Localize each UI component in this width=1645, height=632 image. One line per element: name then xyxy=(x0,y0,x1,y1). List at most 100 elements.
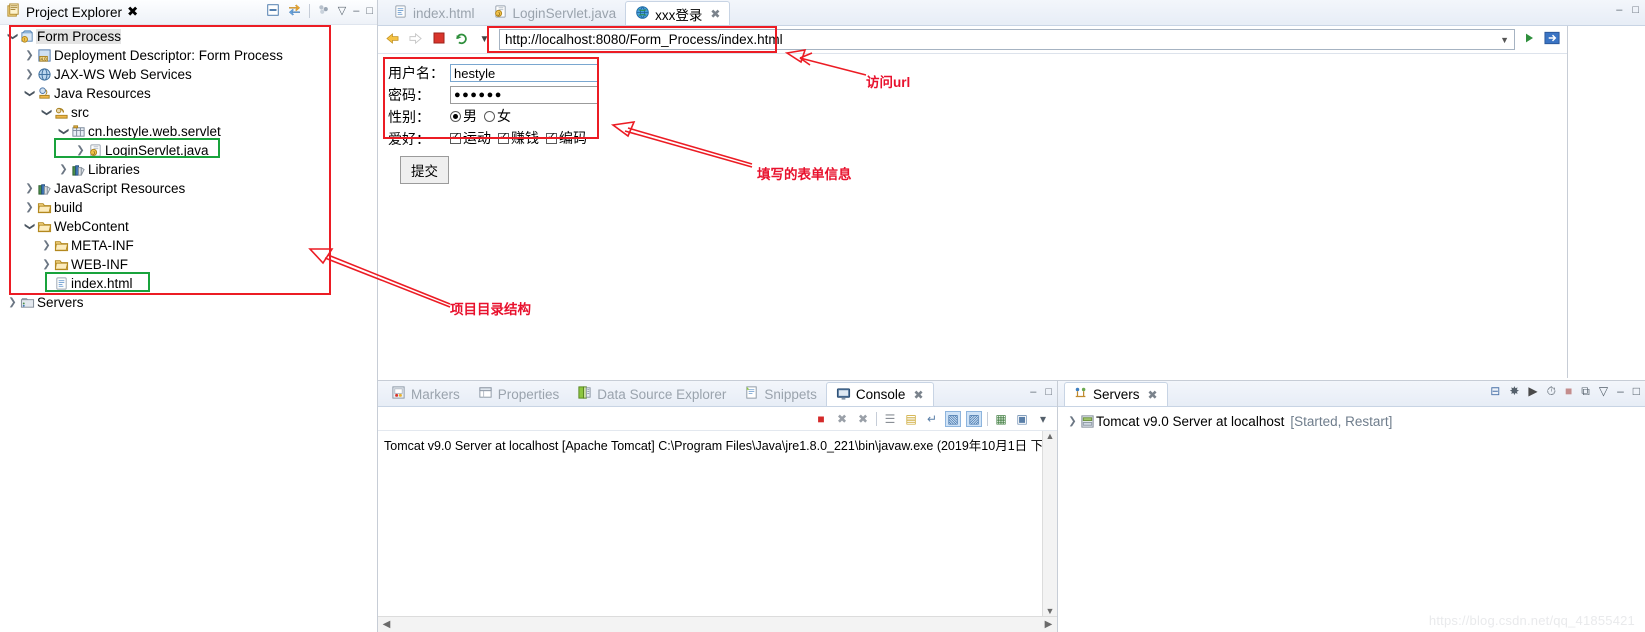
editor-tab-loginservlet-java[interactable]: J LoginServlet.java xyxy=(484,1,626,25)
password-input[interactable]: ●●●●●● xyxy=(450,86,598,104)
editor-tab-index-html[interactable]: index.html xyxy=(384,1,484,25)
chevron-down-icon[interactable]: ❯ xyxy=(24,220,35,233)
word-wrap-icon[interactable]: ↵ xyxy=(924,411,940,427)
chevron-right-icon[interactable]: ❯ xyxy=(23,202,36,213)
chevron-right-icon[interactable]: ❯ xyxy=(23,183,36,194)
console-vertical-scrollbar[interactable]: ▲ ▼ xyxy=(1042,431,1057,616)
console-horizontal-scrollbar[interactable]: ◀ ▶ xyxy=(378,616,1057,632)
close-icon[interactable]: ✖ xyxy=(710,7,720,21)
checkbox-icon[interactable] xyxy=(450,131,461,144)
console-view-icon[interactable]: ▣ xyxy=(1014,411,1030,427)
pin-console-icon[interactable]: ▧ xyxy=(945,410,961,427)
tab-console[interactable]: Console ✖ xyxy=(825,382,934,406)
tab-snippets[interactable]: Snippets xyxy=(735,382,826,406)
gender-radio-1[interactable]: 女 xyxy=(484,106,511,127)
remove-all-terminated-icon[interactable]: ✖ xyxy=(855,411,871,427)
tree-item-build[interactable]: ❯ build xyxy=(0,198,377,217)
terminate-icon[interactable]: ■ xyxy=(813,411,829,427)
scroll-left-icon[interactable]: ◀ xyxy=(380,619,393,630)
scroll-lock-icon[interactable]: ▤ xyxy=(903,411,919,427)
minimize-icon[interactable]: ‒ xyxy=(1030,386,1036,398)
tree-item-libraries[interactable]: ❯ Libraries xyxy=(0,160,377,179)
maximize-icon[interactable]: □ xyxy=(1633,385,1640,397)
console-menu-icon[interactable]: ▾ xyxy=(1035,411,1051,427)
tree-item-javascript-resources[interactable]: ❯ JavaScript Resources xyxy=(0,179,377,198)
close-icon[interactable]: ✖ xyxy=(913,388,923,402)
tree-item-src[interactable]: ❯ src xyxy=(0,103,377,122)
chevron-right-icon[interactable]: ❯ xyxy=(6,297,19,308)
hobby-checkbox-group[interactable]: 运动 赚钱 编码 xyxy=(450,128,594,150)
tree-item-java-resources[interactable]: ❯ Java Resources xyxy=(0,84,377,103)
scroll-right-icon[interactable]: ▶ xyxy=(1042,619,1055,630)
scroll-down-icon[interactable]: ▼ xyxy=(1043,606,1057,616)
tab-properties[interactable]: Properties xyxy=(469,382,569,406)
tab-markers[interactable]: Markers xyxy=(382,382,469,406)
minimize-icon[interactable]: ‒ xyxy=(1617,385,1624,397)
tree-item-index-html[interactable]: index.html xyxy=(0,274,377,293)
gender-radio-group[interactable]: 男女 xyxy=(450,106,518,128)
open-console-icon[interactable]: ▦ xyxy=(993,411,1009,427)
stop-icon[interactable] xyxy=(430,32,447,47)
chevron-right-icon[interactable]: ❯ xyxy=(40,240,53,251)
chevron-right-icon[interactable]: ❯ xyxy=(23,50,36,61)
maximize-icon[interactable]: □ xyxy=(1045,386,1052,398)
hobby-checkbox-2[interactable]: 编码 xyxy=(546,128,587,149)
tree-item-loginservlet-java[interactable]: ❯ J LoginServlet.java xyxy=(0,141,377,160)
checkbox-icon[interactable] xyxy=(498,131,509,144)
tree-item-meta-inf[interactable]: ❯ META-INF xyxy=(0,236,377,255)
clear-console-icon[interactable]: ☰ xyxy=(882,411,898,427)
link-with-editor-icon[interactable] xyxy=(287,3,302,19)
tree-item-cn-hestyle-web-servlet[interactable]: ❯ cn.hestyle.web.servlet xyxy=(0,122,377,141)
debug-icon[interactable]: ✸ xyxy=(1509,385,1519,397)
chevron-down-icon[interactable]: ❯ xyxy=(7,30,18,43)
remove-launch-icon[interactable]: ✖ xyxy=(834,411,850,427)
hobby-checkbox-1[interactable]: 赚钱 xyxy=(498,128,539,149)
server-row[interactable]: ❯ Tomcat v9.0 Server at localhost [Started… xyxy=(1058,411,1645,431)
go-icon[interactable] xyxy=(1521,31,1538,48)
chevron-down-icon[interactable]: ▼ xyxy=(476,34,493,45)
chevron-right-icon[interactable]: ❯ xyxy=(40,259,53,270)
editor-tab-xxx[interactable]: xxx登录 ✖ xyxy=(625,1,731,25)
radio-button-icon[interactable] xyxy=(450,111,461,122)
hobby-checkbox-0[interactable]: 运动 xyxy=(450,128,491,149)
chevron-right-icon[interactable]: ❯ xyxy=(74,145,87,156)
tree-item-deployment-descriptor-form-process[interactable]: ❯ 4.0 Deployment Descriptor: Form Process xyxy=(0,46,377,65)
gender-radio-0[interactable]: 男 xyxy=(450,106,477,127)
view-menu-icon[interactable]: ▽ xyxy=(1599,385,1608,397)
chevron-right-icon[interactable]: ❯ xyxy=(23,69,36,80)
start-icon[interactable]: ▶ xyxy=(1528,385,1537,397)
console-output[interactable]: Tomcat v9.0 Server at localhost [Apache … xyxy=(378,431,1057,629)
tree-item-form-process[interactable]: ❯! Form Process xyxy=(0,27,377,46)
tree-item-web-inf[interactable]: ❯ WEB-INF xyxy=(0,255,377,274)
tree-item-webcontent[interactable]: ❯ WebContent xyxy=(0,217,377,236)
publish-icon[interactable]: ⧉ xyxy=(1581,385,1590,397)
maximize-icon[interactable]: □ xyxy=(1632,4,1639,16)
minimize-icon[interactable]: ‒ xyxy=(1616,4,1622,16)
scroll-up-icon[interactable]: ▲ xyxy=(1043,431,1057,441)
stop-icon[interactable]: ■ xyxy=(1565,385,1572,397)
username-input[interactable]: hestyle xyxy=(450,64,598,82)
profile-icon[interactable]: ⏱ xyxy=(1547,385,1556,397)
open-external-browser-icon[interactable] xyxy=(1544,30,1561,49)
project-tree[interactable]: ❯! Form Process ❯ 4.0 Deployment Descriptor:… xyxy=(0,25,377,312)
tree-item-jax-ws-web-services[interactable]: ❯ JAX-WS Web Services xyxy=(0,65,377,84)
chevron-down-icon[interactable]: ❯ xyxy=(41,106,52,119)
url-input[interactable]: http://localhost:8080/Form_Process/index… xyxy=(499,29,1515,50)
collapse-all-icon[interactable]: ⊟ xyxy=(1490,385,1500,397)
chevron-right-icon[interactable]: ❯ xyxy=(57,164,70,175)
view-menu-icon[interactable] xyxy=(317,3,331,19)
close-icon[interactable]: ✖ xyxy=(127,4,138,20)
servers-list[interactable]: ❯ Tomcat v9.0 Server at localhost [Started… xyxy=(1058,407,1645,431)
forward-arrow-icon[interactable] xyxy=(407,32,424,48)
chevron-down-icon[interactable]: ❯ xyxy=(58,125,69,138)
display-selected-console-icon[interactable]: ▨ xyxy=(966,410,982,427)
refresh-icon[interactable] xyxy=(453,31,470,48)
tree-item-servers[interactable]: ❯ Servers xyxy=(0,293,377,312)
checkbox-icon[interactable] xyxy=(546,131,557,144)
chevron-right-icon[interactable]: ❯ xyxy=(1066,416,1079,427)
close-icon[interactable]: ✖ xyxy=(1148,388,1158,402)
chevron-down-icon[interactable]: ❯ xyxy=(24,87,35,100)
maximize-icon[interactable]: □ xyxy=(366,5,373,17)
tab-data-source-explorer[interactable]: Data Source Explorer xyxy=(568,382,735,406)
collapse-all-icon[interactable] xyxy=(266,3,280,19)
